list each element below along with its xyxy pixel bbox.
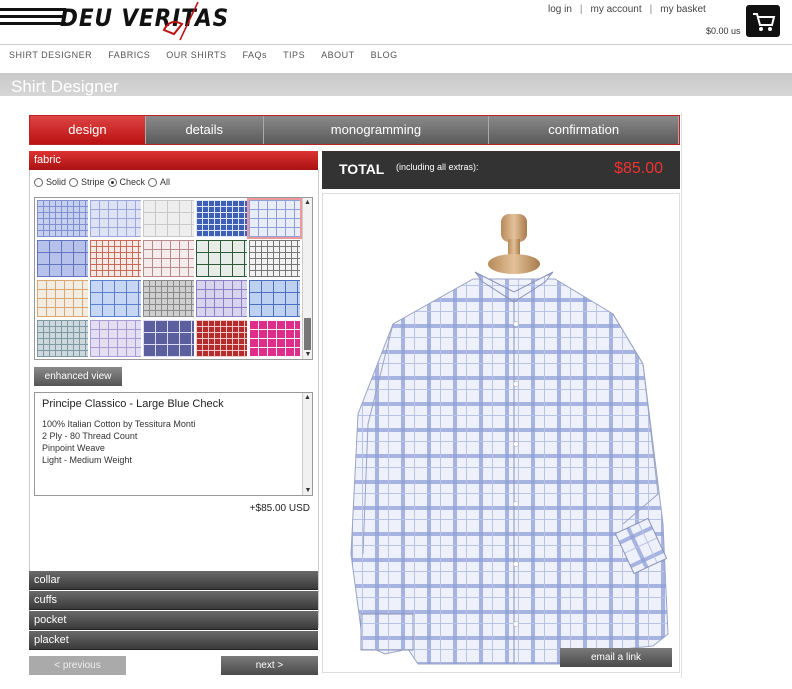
section-cuffs[interactable]: cuffs <box>29 591 318 610</box>
fabric-swatch[interactable] <box>90 240 141 277</box>
tab-monogramming[interactable]: monogramming <box>263 116 490 144</box>
fabric-swatch[interactable] <box>196 280 247 317</box>
fabric-filter-group: Solid Stripe Check All <box>34 177 170 187</box>
next-button[interactable]: next > <box>221 656 318 675</box>
fabric-section-header[interactable]: fabric <box>29 151 318 170</box>
fabric-swatch[interactable] <box>196 200 247 237</box>
fabric-panel: Solid Stripe Check All ▲ ▼ enhanced view… <box>29 170 319 628</box>
fabric-price: +$85.00 USD <box>249 503 310 514</box>
fabric-description: Principe Classico - Large Blue Check 100… <box>34 392 313 496</box>
my-basket-link[interactable]: my basket <box>660 4 706 15</box>
separator: | <box>649 4 653 15</box>
fabric-swatch[interactable] <box>247 198 302 239</box>
enhanced-view-button[interactable]: enhanced view <box>34 367 122 386</box>
total-label: TOTAL <box>339 161 385 177</box>
filter-solid-radio[interactable] <box>34 177 43 187</box>
total-price: $85.00 <box>614 160 663 177</box>
brand-mark-icon <box>162 1 199 41</box>
step-tabs: design details monogramming confirmation <box>29 115 680 145</box>
fabric-swatch[interactable] <box>37 280 88 317</box>
section-placket[interactable]: placket <box>29 631 318 650</box>
total-note: (including all extras): <box>396 162 479 172</box>
section-collar[interactable]: collar <box>29 571 318 590</box>
filter-stripe-radio[interactable] <box>69 177 79 187</box>
tab-details[interactable]: details <box>145 116 264 144</box>
nav-blog[interactable]: BLOG <box>371 50 398 60</box>
swatch-scrollbar[interactable]: ▲ ▼ <box>302 198 312 359</box>
section-pocket[interactable]: pocket <box>29 611 318 630</box>
cart-button[interactable] <box>746 5 780 37</box>
separator: | <box>579 4 583 15</box>
scroll-up-icon[interactable]: ▲ <box>304 393 312 402</box>
fabric-swatch[interactable] <box>143 200 194 237</box>
page-title: Shirt Designer <box>11 77 119 96</box>
fabric-swatch[interactable] <box>90 280 141 317</box>
shirt-image <box>350 214 669 665</box>
tab-design[interactable]: design <box>30 116 146 144</box>
fabric-swatch[interactable] <box>249 320 300 357</box>
total-bar: TOTAL (including all extras): $85.00 <box>322 151 680 189</box>
fabric-swatch[interactable] <box>249 240 300 277</box>
nav-our-shirts[interactable]: OUR SHIRTS <box>166 50 226 60</box>
fabric-swatch[interactable] <box>143 280 194 317</box>
fabric-swatch[interactable] <box>143 320 194 357</box>
filter-all-label: All <box>160 177 171 187</box>
my-account-link[interactable]: my account <box>591 4 642 15</box>
fabric-name: Principe Classico - Large Blue Check <box>42 398 224 410</box>
main-nav: SHIRT DESIGNER FABRICS OUR SHIRTS FAQs T… <box>0 44 792 65</box>
logo-stripes <box>0 8 66 30</box>
nav-tips[interactable]: TIPS <box>283 50 305 60</box>
fabric-swatch[interactable] <box>143 240 194 277</box>
fabric-swatch[interactable] <box>37 240 88 277</box>
description-scrollbar[interactable]: ▲ ▼ <box>302 393 312 495</box>
cart-icon <box>753 13 776 31</box>
nav-about[interactable]: ABOUT <box>321 50 355 60</box>
email-link-button[interactable]: email a link <box>560 648 672 667</box>
fabric-detail: Light - Medium Weight <box>42 455 132 465</box>
scroll-down-icon[interactable]: ▼ <box>304 486 312 495</box>
fabric-swatch[interactable] <box>90 320 141 357</box>
tab-confirmation[interactable]: confirmation <box>489 116 679 144</box>
filter-check-radio[interactable] <box>107 177 117 187</box>
previous-button[interactable]: < previous <box>29 656 126 675</box>
shirt-preview <box>322 193 680 673</box>
login-link[interactable]: log in <box>548 4 572 15</box>
filter-check-label: Check <box>119 177 146 187</box>
fabric-swatch[interactable] <box>249 280 300 317</box>
nav-shirt-designer[interactable]: SHIRT DESIGNER <box>9 50 92 60</box>
filter-stripe-label: Stripe <box>81 177 105 187</box>
scroll-thumb[interactable] <box>304 318 311 350</box>
scroll-up-icon[interactable]: ▲ <box>304 198 312 207</box>
fabric-detail: Pinpoint Weave <box>42 443 105 453</box>
designer-frame: design details monogramming confirmation… <box>27 113 682 678</box>
fabric-swatch[interactable] <box>37 200 88 237</box>
fabric-detail: 100% Italian Cotton by Tessitura Monti <box>42 419 196 429</box>
fabric-swatch[interactable] <box>37 320 88 357</box>
fabric-swatch-grid: ▲ ▼ <box>34 197 313 360</box>
fabric-swatch[interactable] <box>196 240 247 277</box>
filter-solid-label: Solid <box>46 177 67 187</box>
scroll-down-icon[interactable]: ▼ <box>304 350 312 359</box>
page-root: DEU VERITAS log in | my account | my bas… <box>0 0 792 689</box>
page-title-bar: Shirt Designer <box>0 73 792 96</box>
fabric-detail: 2 Ply - 80 Thread Count <box>42 431 138 441</box>
fabric-swatch[interactable] <box>90 200 141 237</box>
account-links: log in | my account | my basket <box>548 4 706 15</box>
fabric-swatch[interactable] <box>196 320 247 357</box>
basket-total: $0.00 us <box>706 26 741 36</box>
nav-fabrics[interactable]: FABRICS <box>108 50 150 60</box>
filter-all-radio[interactable] <box>148 177 158 187</box>
nav-faqs[interactable]: FAQs <box>243 50 268 60</box>
